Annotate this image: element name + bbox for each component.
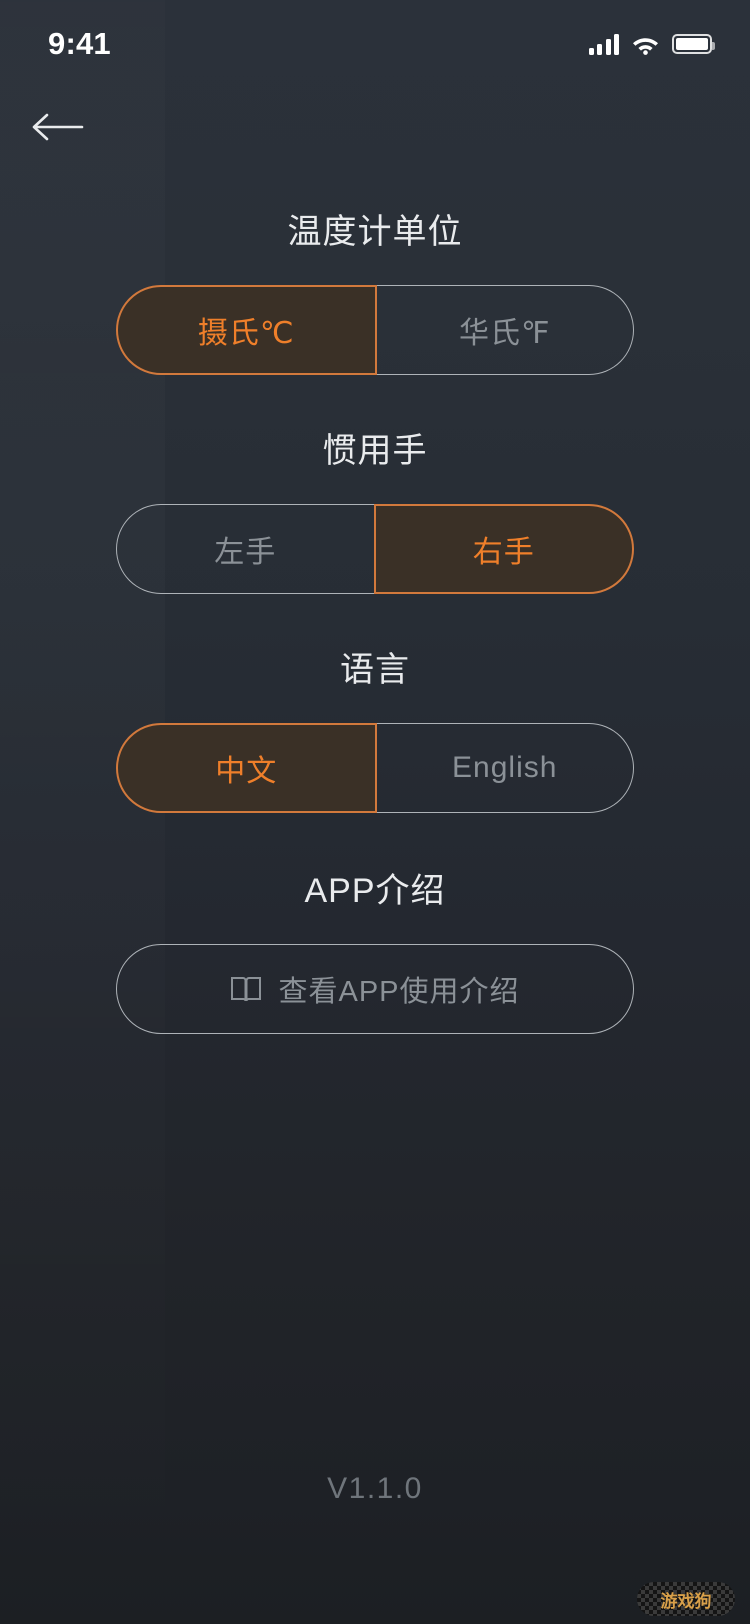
back-arrow-icon: [32, 113, 84, 141]
section-title-handedness: 惯用手: [322, 432, 428, 470]
wifi-icon: [633, 37, 658, 55]
language-option-chinese[interactable]: 中文: [116, 723, 377, 813]
section-title-temperature: 温度计单位: [287, 213, 463, 251]
handedness-option-right[interactable]: 右手: [373, 504, 634, 594]
temperature-option-celsius-label: 摄氏℃: [197, 317, 295, 350]
language-option-english-label: English: [452, 751, 558, 784]
settings-screen: 9:41 温度计单位 摄氏℃ 华氏℉ 惯用手 左手 右手 语言 中文 Engli…: [0, 0, 750, 1624]
section-handedness: 惯用手 左手 右手: [0, 375, 750, 594]
handedness-option-left-label: 左手: [214, 536, 277, 569]
section-title-app-intro: APP介绍: [304, 872, 446, 910]
temperature-unit-segmented-control: 摄氏℃ 华氏℉: [116, 285, 634, 375]
language-segmented-control: 中文 English: [116, 723, 634, 813]
view-app-intro-button[interactable]: 查看APP使用介绍: [116, 944, 634, 1034]
navigation-bar: [0, 88, 750, 178]
status-icons: [588, 33, 715, 55]
status-time: 9:41: [48, 26, 111, 61]
language-option-english[interactable]: English: [376, 723, 634, 813]
status-bar: 9:41: [0, 0, 750, 88]
section-language: 语言 中文 English: [0, 594, 750, 813]
watermark-badge: 游戏狗: [637, 1582, 735, 1616]
back-button[interactable]: [22, 94, 94, 160]
section-app-intro: APP介绍 查看APP使用介绍: [0, 813, 750, 1034]
section-temperature-unit: 温度计单位 摄氏℃ 华氏℉: [0, 178, 750, 375]
open-book-icon: [231, 977, 262, 1002]
battery-full-icon: [672, 34, 715, 54]
handedness-option-left[interactable]: 左手: [116, 504, 374, 594]
signal-bars-icon: [588, 33, 619, 55]
app-version: V1.1.0: [327, 1472, 423, 1505]
handedness-option-right-label: 右手: [472, 536, 535, 569]
watermark-text: 游戏狗: [660, 1591, 712, 1611]
handedness-segmented-control: 左手 右手: [116, 504, 634, 594]
settings-content: 温度计单位 摄氏℃ 华氏℉ 惯用手 左手 右手 语言 中文 English AP…: [0, 178, 750, 1034]
temperature-option-celsius[interactable]: 摄氏℃: [116, 285, 377, 375]
temperature-option-fahrenheit[interactable]: 华氏℉: [376, 285, 634, 375]
view-app-intro-label: 查看APP使用介绍: [278, 976, 520, 1008]
section-title-language: 语言: [340, 651, 410, 689]
temperature-option-fahrenheit-label: 华氏℉: [458, 317, 551, 350]
language-option-chinese-label: 中文: [215, 755, 278, 788]
